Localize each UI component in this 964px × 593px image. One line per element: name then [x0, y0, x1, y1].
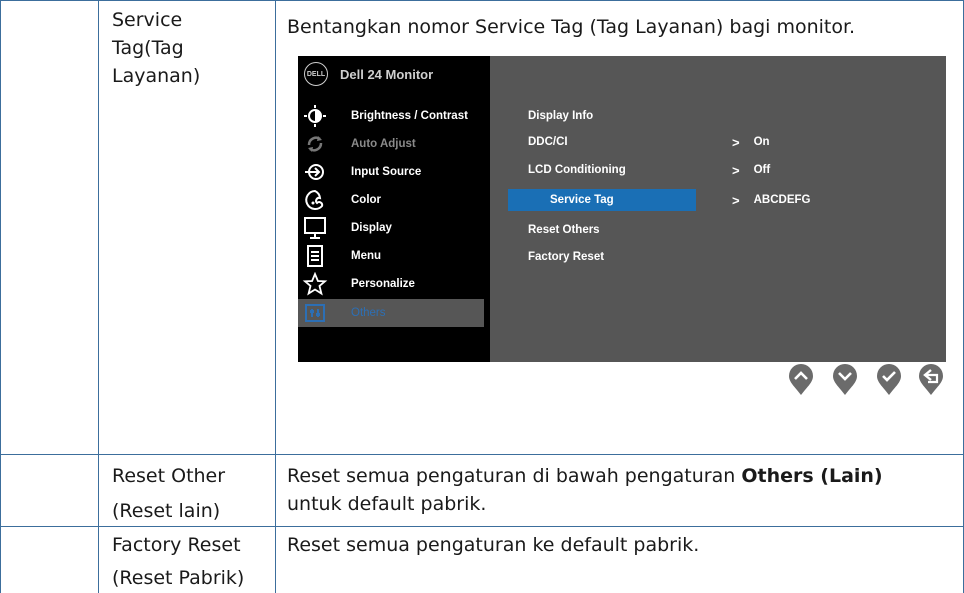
- row-divider-1: [0, 454, 964, 455]
- osd-submenu-panel: Display Info DDC/CI LCD Conditioning Ser…: [490, 56, 946, 362]
- menu-item-brightness-contrast[interactable]: Brightness / Contrast: [298, 102, 484, 130]
- menu-item-input-source[interactable]: Input Source: [298, 158, 484, 186]
- menu-item-others[interactable]: Others: [298, 299, 484, 327]
- row-description-factory-reset: Reset semua pengaturan ke default pabrik…: [287, 534, 700, 556]
- row-label-factory-reset: Factory Reset (Reset Pabrik): [112, 531, 244, 592]
- menu-item-personalize[interactable]: Personalize: [298, 270, 484, 298]
- menu-item-color[interactable]: Color: [298, 186, 484, 214]
- label-line: (Reset Pabrik): [112, 567, 245, 589]
- row-description-reset-other: Reset semua pengaturan di bawah pengatur…: [287, 462, 883, 518]
- value-text: ABCDEFG: [753, 194, 811, 206]
- star-icon: [300, 272, 330, 296]
- others-setting-name: Others (Lain): [741, 465, 883, 487]
- osd-model-name: Dell 24 Monitor: [340, 66, 434, 82]
- row-description-service-tag: Bentangkan nomor Service Tag (Tag Layana…: [287, 16, 856, 38]
- row-divider-2: [0, 526, 964, 527]
- lcd-conditioning-value: > Off: [732, 159, 770, 181]
- submenu-item-display-info[interactable]: Display Info: [508, 105, 676, 127]
- auto-adjust-icon: [300, 132, 330, 156]
- value-text: Off: [753, 164, 771, 176]
- chevron-right-icon: >: [732, 192, 740, 208]
- menu-item-display[interactable]: Display: [298, 214, 484, 242]
- submenu-item-lcd-conditioning[interactable]: LCD Conditioning: [508, 159, 676, 181]
- submenu-item-service-tag[interactable]: Service Tag: [508, 189, 696, 211]
- back-button[interactable]: [918, 364, 944, 396]
- menu-label: Color: [351, 194, 382, 206]
- table-divider-1: [98, 0, 99, 593]
- menu-label: Personalize: [351, 278, 415, 290]
- menu-item-menu[interactable]: Menu: [298, 242, 484, 270]
- menu-icon: [300, 244, 330, 268]
- service-tag-value: > ABCDEFG: [732, 189, 810, 211]
- menu-label: Input Source: [351, 166, 422, 178]
- submenu-item-factory-reset[interactable]: Factory Reset: [508, 246, 676, 268]
- description-text: untuk default pabrik.: [287, 493, 487, 515]
- osd-main-menu: DELL Dell 24 Monitor Brightness / Contra…: [298, 56, 490, 362]
- dell-logo: DELL: [304, 62, 328, 86]
- brightness-icon: [300, 104, 330, 128]
- table-border-top: [0, 0, 964, 1]
- submenu-item-ddc-ci[interactable]: DDC/CI: [508, 131, 676, 153]
- document-table: Service Tag(Tag Layanan) Bentangkan nomo…: [0, 0, 964, 593]
- confirm-button[interactable]: [876, 364, 902, 396]
- label-line: (Reset lain): [112, 500, 221, 522]
- display-icon: [300, 216, 330, 240]
- menu-label: Menu: [351, 250, 382, 262]
- down-button[interactable]: [832, 364, 858, 396]
- row-label-reset-other: Reset Other (Reset lain): [112, 462, 225, 525]
- menu-item-auto-adjust[interactable]: Auto Adjust: [298, 130, 484, 158]
- others-icon: [300, 301, 330, 325]
- table-border-left: [0, 0, 1, 593]
- label-line: Reset Other: [112, 465, 226, 487]
- submenu-item-reset-others[interactable]: Reset Others: [508, 219, 676, 241]
- menu-label: Auto Adjust: [351, 138, 416, 150]
- chevron-right-icon: >: [732, 134, 740, 150]
- value-text: On: [753, 136, 770, 148]
- ddc-ci-value: > On: [732, 131, 770, 153]
- input-source-icon: [300, 160, 330, 184]
- osd-screenshot: DELL Dell 24 Monitor Brightness / Contra…: [298, 56, 946, 362]
- menu-label: Display: [351, 222, 392, 234]
- label-line: Layanan): [112, 65, 201, 87]
- label-line: Service: [112, 9, 183, 31]
- menu-label: Others: [351, 307, 386, 319]
- up-button[interactable]: [788, 364, 814, 396]
- table-divider-2: [275, 0, 276, 593]
- osd-header: DELL Dell 24 Monitor: [304, 62, 433, 86]
- label-line: Factory Reset: [112, 534, 241, 556]
- chevron-right-icon: >: [732, 162, 740, 178]
- row-label-service-tag: Service Tag(Tag Layanan): [112, 6, 200, 90]
- description-text: Reset semua pengaturan di bawah pengatur…: [287, 465, 742, 487]
- menu-label: Brightness / Contrast: [351, 110, 468, 122]
- label-line: Tag(Tag: [112, 37, 184, 59]
- color-icon: [300, 188, 330, 212]
